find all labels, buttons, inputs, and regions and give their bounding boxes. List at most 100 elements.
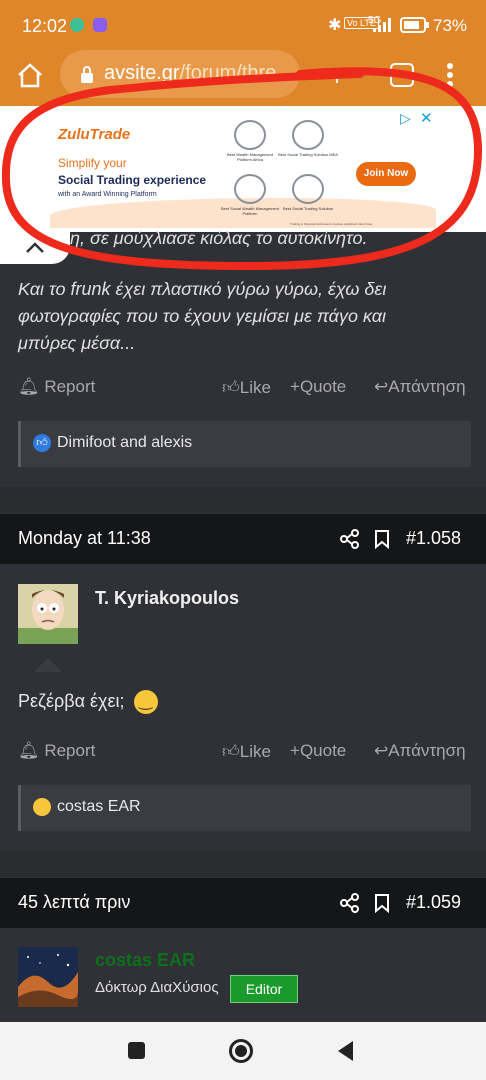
post-date[interactable]: 45 λεπτά πριν	[18, 892, 130, 913]
post-truncated-line: η, σε μούχλιασε κιόλας το αυτοκίνητο.	[70, 228, 368, 248]
new-tab-icon[interactable]: +	[330, 64, 344, 92]
report-label: Report	[44, 377, 96, 396]
lock-icon	[80, 66, 94, 89]
ad-award-3: Best Social Wealth Management Platform	[220, 174, 280, 216]
ad-tagline: with an Award Winning Platform	[58, 191, 157, 198]
post-separator	[0, 487, 486, 513]
report-button[interactable]: 🔔︎ Report	[18, 741, 95, 761]
quote-button[interactable]: +Quote	[290, 741, 346, 761]
post-text-line: φωτογραφίες που το έχουν γεμίσει με πάγο…	[18, 306, 386, 326]
reply-label: Απάντηση	[388, 741, 466, 760]
report-button[interactable]: 🔔︎ Report	[18, 377, 95, 397]
battery-percent: 73%	[433, 16, 468, 35]
reply-icon: ↩︎	[374, 741, 389, 760]
url-path: /forum/thre	[179, 62, 277, 84]
ad-creative[interactable]: ZuluTrade Simplify your Social Trading e…	[50, 110, 436, 228]
bluetooth-icon: ✱	[328, 17, 342, 34]
like-button[interactable]: 👍︎Like	[222, 377, 271, 398]
email-notification-icon	[93, 18, 107, 32]
back-button[interactable]	[336, 1040, 354, 1067]
thumbs-up-icon: 👍︎	[222, 742, 240, 761]
ad-headline-2: Social Trading experience	[58, 173, 207, 187]
clock: 12:02	[22, 16, 68, 36]
status-bar: 12:02 ✱ Vo LTE 5G 73%	[0, 0, 486, 50]
reactions-users[interactable]: costas EAR	[57, 798, 141, 816]
message-pointer	[34, 658, 62, 672]
reactions-bar[interactable]: 👍︎ Dimifoot and alexis	[18, 421, 471, 467]
laurel-icon	[234, 120, 266, 150]
battery-icon	[400, 17, 430, 38]
ad-disclaimer: Trading in financial instruments involve…	[290, 222, 373, 226]
bookmark-icon[interactable]	[374, 893, 390, 918]
award-label: Best Wealth Management Platform Africa	[227, 152, 273, 162]
thumbs-up-icon: 👍︎	[222, 378, 240, 397]
laurel-icon	[292, 120, 324, 150]
ad-award-1: Best Wealth Management Platform Africa	[220, 120, 280, 162]
quote-label: Quote	[299, 377, 347, 396]
recents-button[interactable]	[128, 1042, 145, 1059]
url-domain: avsite.gr	[104, 62, 180, 84]
post-header: 45 λεπτά πριν #1.059	[0, 878, 486, 928]
reply-label: Απάντηση	[388, 377, 466, 396]
reactions-users[interactable]: Dimifoot and alexis	[57, 434, 192, 452]
post-separator	[0, 851, 486, 877]
post-header: Monday at 11:38 #1.058	[0, 514, 486, 564]
tabs-icon[interactable]	[390, 63, 414, 87]
reply-icon: ↩︎	[374, 377, 389, 396]
reply-button[interactable]: ↩︎Απάντηση	[374, 741, 466, 761]
quote-button[interactable]: +Quote	[290, 377, 346, 397]
system-nav-bar	[0, 1022, 486, 1080]
editor-badge: Editor	[230, 975, 298, 1003]
report-label: Report	[44, 741, 96, 760]
ad-close-icon[interactable]: ✕	[420, 109, 433, 127]
like-label: Like	[239, 378, 271, 397]
post-number[interactable]: #1.059	[406, 892, 461, 913]
user-title: Δόκτωρ ΔιαΧύσιος	[95, 979, 219, 996]
home-button[interactable]	[229, 1039, 253, 1063]
post-text: Ρεζέρβα έχει; ‿	[18, 690, 158, 714]
bell-icon: 🔔︎	[18, 377, 40, 396]
ad-cta-button[interactable]: Join Now	[356, 162, 416, 186]
laurel-icon	[234, 174, 266, 204]
ad-award-4: Best Social Trading Solution	[278, 174, 338, 211]
avatar[interactable]	[18, 947, 78, 1007]
like-reaction-icon: 👍︎	[33, 434, 51, 452]
share-icon[interactable]	[340, 893, 360, 918]
post-actions: 🔔︎ Report 👍︎Like +Quote ↩︎Απάντηση	[0, 377, 486, 403]
post-date[interactable]: Monday at 11:38	[18, 528, 151, 549]
post-number[interactable]: #1.058	[406, 528, 461, 549]
adchoices-icon[interactable]: ▷	[400, 110, 411, 127]
award-label: Best Social Trading Solution	[282, 206, 334, 211]
ad-collapse-button[interactable]	[0, 232, 70, 264]
ad-banner[interactable]: ZuluTrade Simplify your Social Trading e…	[0, 106, 486, 232]
share-icon[interactable]	[340, 529, 360, 554]
laughing-reaction-icon	[33, 798, 51, 816]
bell-icon: 🔔︎	[18, 741, 40, 760]
post-actions: 🔔︎ Report 👍︎Like +Quote ↩︎Απάντηση	[0, 741, 486, 767]
ad-headline-1: Simplify your	[58, 156, 127, 170]
reply-button[interactable]: ↩︎Απάντηση	[374, 377, 466, 397]
home-icon[interactable]	[16, 62, 44, 93]
post-message: Ρεζέρβα έχει;	[18, 690, 125, 711]
avatar[interactable]	[18, 584, 78, 644]
bookmark-icon[interactable]	[374, 529, 390, 554]
laurel-icon	[292, 174, 324, 204]
menu-icon[interactable]	[446, 62, 454, 93]
signal-icon	[373, 18, 395, 37]
post-author[interactable]: costas EAR	[95, 950, 195, 971]
reactions-bar[interactable]: costas EAR	[18, 785, 471, 831]
chevron-up-icon	[25, 240, 45, 259]
ad-award-2: Best Social Trading Solution MEA	[278, 120, 338, 157]
like-label: Like	[239, 742, 271, 761]
grinning-emoji-icon: ‿	[133, 690, 158, 714]
quote-label: Quote	[299, 741, 347, 760]
home-dot-icon	[235, 1045, 247, 1057]
app-notification-icon	[70, 18, 84, 32]
post-text-line: Και το frunk έχει πλαστικό γύρω γύρω, έχ…	[18, 279, 387, 299]
post-author[interactable]: T. Kyriakopoulos	[95, 588, 239, 609]
like-button[interactable]: 👍︎Like	[222, 741, 271, 762]
url-text[interactable]: avsite.gr/forum/thre	[104, 62, 276, 85]
award-label: Best Social Trading Solution MEA	[278, 152, 338, 157]
ad-brand: ZuluTrade	[58, 126, 131, 143]
award-label: Best Social Wealth Management Platform	[221, 206, 279, 216]
